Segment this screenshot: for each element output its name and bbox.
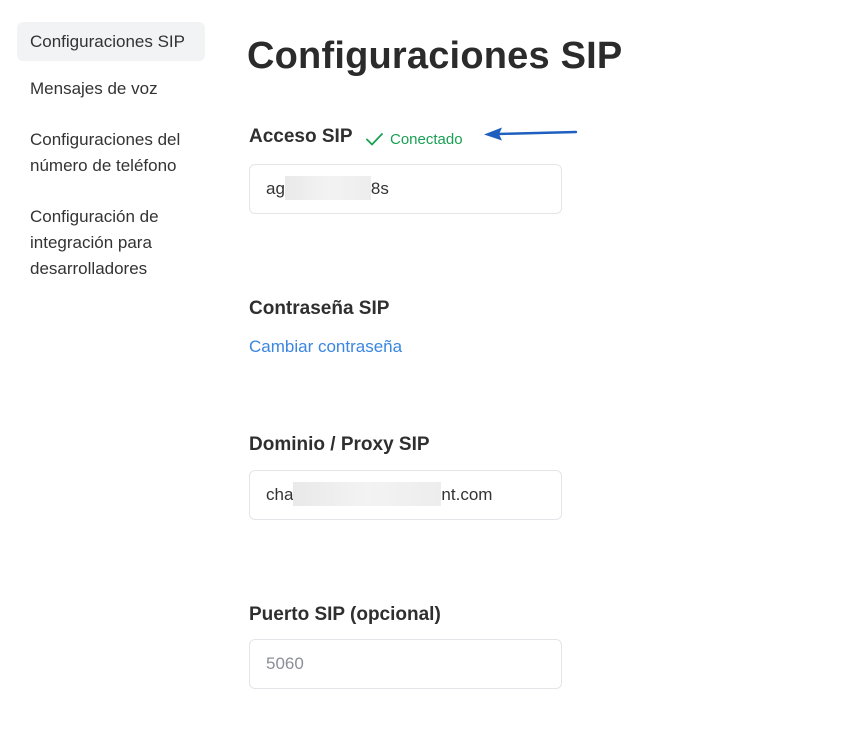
sip-domain-field[interactable]: cha nt.com [249,470,562,520]
sidebar-item-label-line: desarrolladores [30,259,148,278]
sidebar-item-label-line: Configuración de [30,207,159,226]
sip-domain-value-end: nt.com [441,485,493,504]
sip-access-field[interactable]: ag 8s [249,164,562,214]
sidebar-item-sip-settings[interactable]: Configuraciones SIP [17,22,205,61]
sip-port-placeholder: 5060 [266,654,304,673]
sip-settings-page: Configuraciones SIP Mensajes de voz Conf… [0,0,863,756]
sidebar-item-phone-number-settings[interactable]: Configuraciones del número de teléfono [17,127,205,179]
page-title: Configuraciones SIP [247,35,623,77]
connection-status: Conectado [364,128,463,150]
settings-sidebar: Configuraciones SIP Mensajes de voz Conf… [17,22,205,282]
change-password-link[interactable]: Cambiar contraseña [249,336,402,358]
sip-port-input[interactable]: 5060 [249,639,562,689]
redaction-mask [284,176,371,201]
arrow-left-icon [484,127,578,141]
check-icon [366,133,383,146]
sip-access-value-start: ag [266,179,285,198]
sip-domain-value-start: cha [266,485,294,504]
sidebar-item-label-line: número de teléfono [30,156,177,175]
sip-domain-label: Dominio / Proxy SIP [249,434,430,455]
sidebar-item-label: Configuraciones SIP [30,32,185,51]
connection-status-text: Conectado [390,130,463,148]
sidebar-item-label-line: integración para [30,233,152,252]
sidebar-item-voicemail[interactable]: Mensajes de voz [17,76,205,102]
sip-access-label: Acceso SIP [249,126,353,147]
sip-password-label: Contraseña SIP [249,298,390,319]
sip-port-label: Puerto SIP (opcional) [249,604,441,625]
redaction-mask [293,482,442,507]
sidebar-item-label-line: Configuraciones del [30,130,181,149]
sip-access-value-end: 8s [370,179,389,198]
sidebar-item-label: Mensajes de voz [30,79,158,98]
sidebar-item-developer-integration[interactable]: Configuración de integración para desarr… [17,204,205,282]
